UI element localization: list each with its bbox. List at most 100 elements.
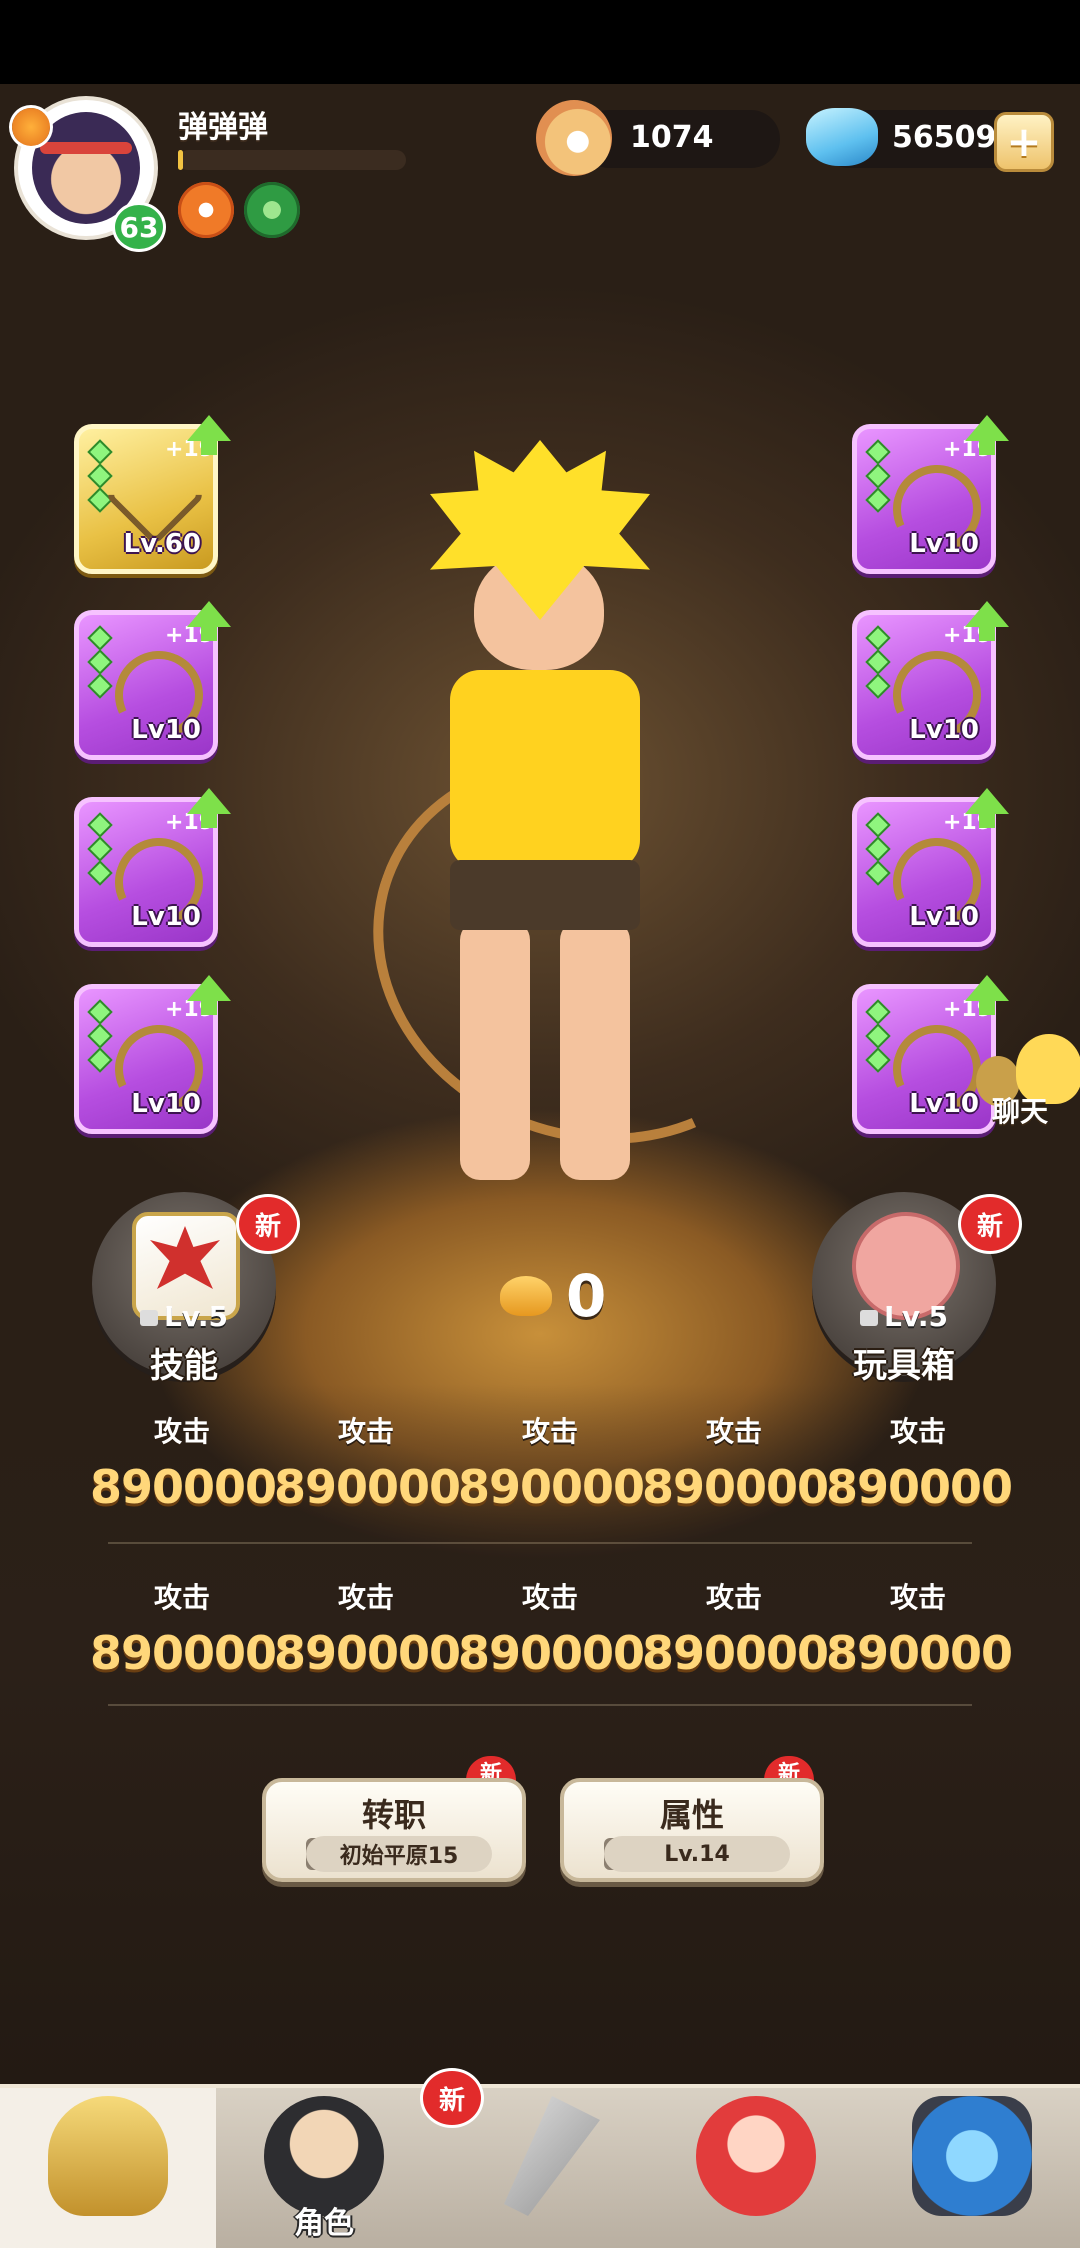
bone-icon	[500, 1276, 552, 1316]
home-hut-icon	[48, 2096, 168, 2216]
fire-icon	[12, 108, 50, 146]
equip-slot-right-4[interactable]: +19 Lv10	[852, 975, 1009, 1134]
stat-item: 攻击 890000	[826, 1410, 1013, 1514]
toybox-level: Lv.5	[812, 1300, 996, 1333]
upgrade-arrow-icon	[187, 601, 231, 641]
chat-label: 聊天	[992, 1095, 1049, 1128]
attributes-requirement: Lv.14	[604, 1836, 790, 1872]
stat-value: 890000	[90, 1460, 277, 1514]
slot-level: Lv10	[909, 1089, 979, 1119]
add-gems-button[interactable]: +	[994, 112, 1054, 172]
stat-item: 攻击 890000	[90, 1576, 277, 1680]
stat-label: 攻击	[705, 1581, 762, 1614]
stats-row-2: 攻击 890000 攻击 890000 攻击 890000 攻击 890000 攻击 89…	[90, 1576, 1013, 1680]
star-dots	[865, 439, 891, 515]
stat-value: 890000	[826, 1460, 1013, 1514]
stat-label: 攻击	[153, 1581, 210, 1614]
star-dots	[865, 625, 891, 701]
chat-button[interactable]: 聊天	[976, 1034, 1080, 1134]
hero-character[interactable]	[318, 400, 862, 1260]
stat-item: 攻击 890000	[274, 1410, 461, 1514]
player-name: 弹弹弹	[178, 110, 268, 145]
pet-icon	[696, 2096, 816, 2216]
orange-buff-icon[interactable]	[178, 182, 234, 238]
job-transfer-label: 转职	[361, 1796, 426, 1834]
stat-item: 攻击 890000	[458, 1576, 645, 1680]
stat-value: 890000	[642, 1460, 829, 1514]
hero-right-leg	[560, 920, 630, 1180]
upgrade-arrow-icon	[187, 975, 231, 1015]
skill-title: 技能	[150, 1346, 218, 1386]
attributes-button[interactable]: 属性 Lv.14	[560, 1778, 824, 1882]
stat-label: 攻击	[153, 1415, 210, 1448]
stat-value: 890000	[458, 1460, 645, 1514]
toybox-title: 玩具箱	[853, 1346, 955, 1386]
nav-tab-home[interactable]	[0, 2088, 216, 2248]
stat-item: 攻击 890000	[90, 1410, 277, 1514]
hero-belt	[450, 860, 640, 930]
green-buff-icon[interactable]	[244, 182, 300, 238]
upgrade-arrow-icon	[187, 788, 231, 828]
stat-value: 890000	[642, 1626, 829, 1680]
stat-label: 攻击	[521, 1415, 578, 1448]
attributes-label: 属性	[659, 1796, 724, 1834]
job-transfer-requirement: 初始平原15	[306, 1836, 492, 1872]
lock-icon	[860, 1310, 879, 1326]
equip-slot-left-1[interactable]: +19 Lv.60	[74, 415, 231, 574]
slot-level: Lv10	[131, 715, 201, 745]
toybox-new-badge: 新	[958, 1194, 1022, 1254]
slot-level: Lv10	[909, 902, 979, 932]
skill-new-badge: 新	[236, 1194, 300, 1254]
hero-torso	[450, 670, 640, 870]
equip-slot-left-2[interactable]: +19 Lv10	[74, 601, 231, 760]
nav-label: 角色	[294, 2206, 354, 2241]
gem-icon	[806, 108, 878, 166]
portal-icon	[912, 2096, 1032, 2216]
slot-level: Lv.60	[123, 529, 201, 559]
stat-value: 890000	[274, 1460, 461, 1514]
stats-divider	[108, 1542, 972, 1544]
nav-tab-portal[interactable]	[864, 2088, 1080, 2248]
stat-item: 攻击 890000	[458, 1410, 645, 1514]
equip-slot-right-3[interactable]: +19 Lv10	[852, 788, 1009, 947]
pearl-shell-icon	[536, 100, 612, 176]
stat-label: 攻击	[337, 1415, 394, 1448]
stat-label: 攻击	[705, 1415, 762, 1448]
star-dots	[87, 812, 113, 888]
slot-level: Lv10	[909, 715, 979, 745]
avatar-headband	[40, 142, 132, 154]
stat-label: 攻击	[337, 1581, 394, 1614]
stat-item: 攻击 890000	[826, 1576, 1013, 1680]
xp-bar-fill	[178, 150, 183, 170]
toybox-level-text: Lv.5	[884, 1300, 948, 1333]
stat-item: 攻击 890000	[642, 1410, 829, 1514]
stat-value: 890000	[274, 1626, 461, 1680]
stat-item: 攻击 890000	[642, 1576, 829, 1680]
star-dots	[87, 999, 113, 1075]
equip-slot-right-2[interactable]: +19 Lv10	[852, 601, 1009, 760]
equip-slot-left-3[interactable]: +19 Lv10	[74, 788, 231, 947]
nav-tab-character[interactable]: 角色	[216, 2088, 432, 2248]
nav-tab-pet[interactable]	[648, 2088, 864, 2248]
star-dots	[865, 999, 891, 1075]
bone-value: 0	[566, 1262, 607, 1330]
slot-level: Lv10	[131, 902, 201, 932]
stats-divider	[108, 1704, 972, 1706]
upgrade-arrow-icon	[965, 975, 1009, 1015]
star-dots	[87, 439, 113, 515]
equip-slot-right-1[interactable]: +19 Lv10	[852, 415, 1009, 574]
upgrade-arrow-icon	[965, 788, 1009, 828]
stats-row-1: 攻击 890000 攻击 890000 攻击 890000 攻击 890000 攻击 89…	[90, 1410, 1013, 1514]
stat-value: 890000	[458, 1626, 645, 1680]
slot-level: Lv10	[131, 1089, 201, 1119]
job-transfer-button[interactable]: 转职 初始平原15	[262, 1778, 526, 1882]
stat-label: 攻击	[889, 1581, 946, 1614]
status-bar	[0, 0, 1080, 84]
pearl-value: 1074	[630, 120, 714, 155]
equip-slot-left-4[interactable]: +19 Lv10	[74, 975, 231, 1134]
stat-value: 890000	[826, 1626, 1013, 1680]
stat-value: 890000	[90, 1626, 277, 1680]
bone-counter: 0	[500, 1262, 606, 1330]
bottom-nav: 角色	[0, 2084, 1080, 2248]
character-new-badge: 新	[420, 2068, 484, 2128]
